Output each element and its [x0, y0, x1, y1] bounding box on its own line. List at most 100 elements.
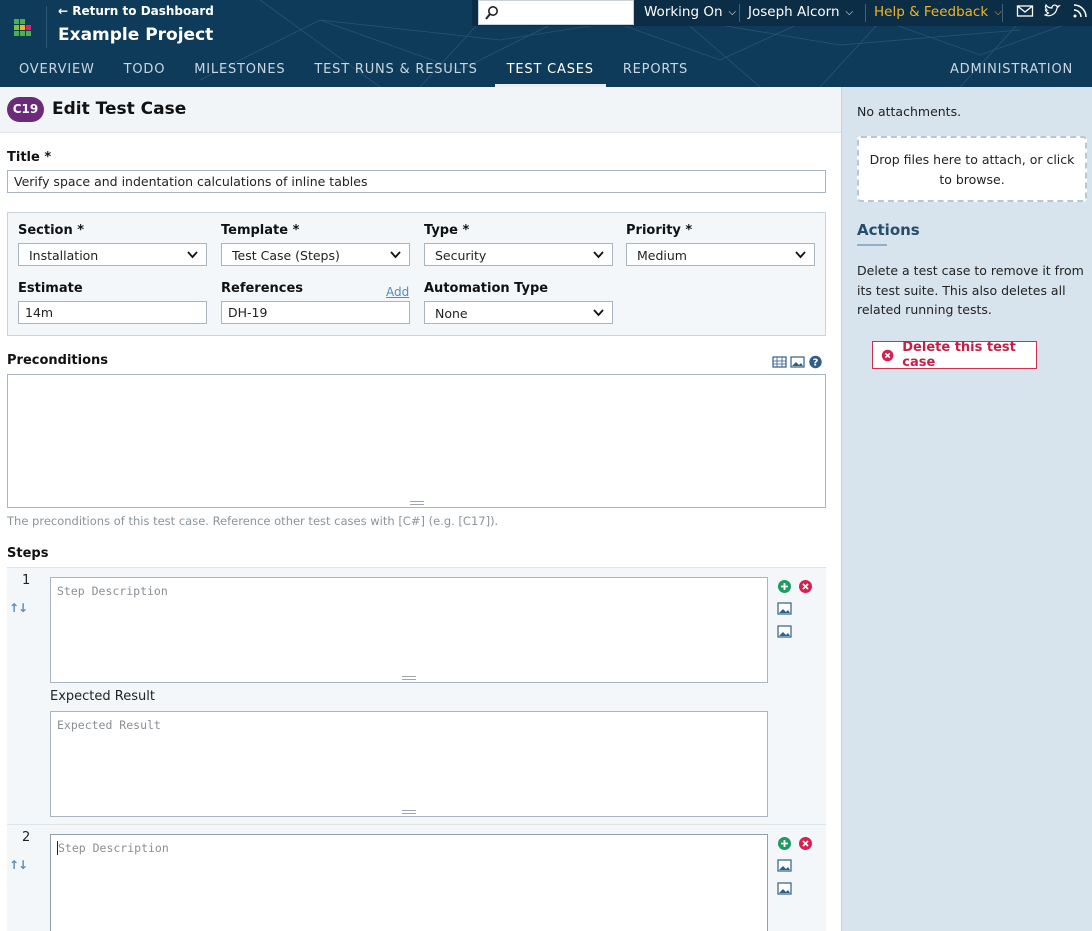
- image-icon[interactable]: [777, 624, 792, 639]
- title-input[interactable]: Verify space and indentation calculation…: [7, 170, 826, 193]
- tab-todo[interactable]: TODO: [124, 56, 166, 87]
- sidebar: No attachments. Drop files here to attac…: [841, 87, 1092, 931]
- title-label: Title *: [7, 150, 52, 165]
- template-select[interactable]: Test Case (Steps): [221, 243, 410, 266]
- template-label: Template *: [221, 223, 300, 238]
- step-reorder-arrows-icon[interactable]: ↑↓: [9, 601, 28, 615]
- add-step-icon[interactable]: [777, 579, 792, 594]
- user-menu[interactable]: Joseph Alcorn ⌵: [748, 4, 853, 20]
- working-on-label: Working On: [644, 4, 723, 20]
- top-separator: [1002, 4, 1003, 22]
- step-description-placeholder: Step Description: [57, 841, 169, 855]
- chevron-down-icon: [593, 251, 604, 259]
- tab-milestones[interactable]: MILESTONES: [194, 56, 285, 87]
- preconditions-textarea[interactable]: [7, 374, 826, 508]
- delete-step-icon[interactable]: [798, 836, 813, 851]
- steps-label: Steps: [7, 546, 49, 561]
- image-icon[interactable]: [777, 858, 792, 873]
- step-description-placeholder: Step Description: [57, 584, 168, 598]
- app-logo[interactable]: [14, 19, 34, 39]
- resize-handle[interactable]: [402, 676, 416, 680]
- references-label: References: [221, 281, 304, 296]
- page-title: Edit Test Case: [52, 99, 187, 119]
- type-value: Security: [435, 248, 487, 263]
- table-icon[interactable]: [772, 355, 787, 369]
- user-name: Joseph Alcorn: [748, 4, 840, 20]
- chevron-down-icon: ⌵: [994, 6, 1002, 18]
- delete-test-case-label: Delete this test case: [902, 340, 1016, 370]
- expected-result-label: Expected Result: [50, 689, 155, 704]
- type-label: Type *: [424, 223, 470, 238]
- image-icon[interactable]: [790, 355, 805, 369]
- project-name[interactable]: Example Project: [58, 25, 213, 45]
- template-value: Test Case (Steps): [232, 248, 340, 263]
- section-label: Section *: [18, 223, 85, 238]
- header-divider: [46, 6, 47, 48]
- add-step-icon[interactable]: [777, 836, 792, 851]
- top-separator: [865, 4, 866, 22]
- references-input[interactable]: DH-19: [221, 301, 410, 324]
- actions-description: Delete a test case to remove it from its…: [857, 263, 1084, 317]
- automation-type-select[interactable]: None: [424, 301, 613, 324]
- tab-administration[interactable]: ADMINISTRATION: [950, 62, 1073, 77]
- step-reorder-arrows-icon[interactable]: ↑↓: [9, 858, 28, 872]
- automation-type-value: None: [435, 306, 468, 321]
- help-icon[interactable]: ?: [808, 355, 823, 369]
- step-number: 2: [22, 830, 31, 845]
- chevron-down-icon: [795, 251, 806, 259]
- working-on-menu[interactable]: Working On ⌵: [644, 4, 736, 20]
- chevron-down-icon: [187, 251, 198, 259]
- tab-overview[interactable]: OVERVIEW: [19, 56, 95, 87]
- references-add-link[interactable]: Add: [386, 285, 409, 299]
- search-input[interactable]: [478, 0, 634, 25]
- preconditions-label: Preconditions: [7, 353, 109, 368]
- editor-toolbar: ?: [772, 355, 823, 369]
- top-separator: [739, 4, 740, 22]
- close-circle-icon: [881, 349, 894, 361]
- preconditions-hint: The preconditions of this test case. Ref…: [7, 514, 499, 528]
- step-description-textarea[interactable]: Step Description: [50, 577, 768, 683]
- tab-reports[interactable]: REPORTS: [623, 56, 688, 87]
- expected-result-placeholder: Expected Result: [57, 718, 161, 732]
- attachment-dropzone[interactable]: Drop files here to attach, or click to b…: [857, 136, 1087, 202]
- main-content: C19 Edit Test Case Title * Verify space …: [0, 87, 841, 931]
- tab-test-cases[interactable]: TEST CASES: [494, 56, 606, 87]
- app-header: ← Return to Dashboard Example Project Wo…: [0, 0, 1092, 87]
- priority-label: Priority *: [626, 223, 693, 238]
- case-id-badge: C19: [7, 97, 44, 122]
- image-icon[interactable]: [777, 601, 792, 616]
- chevron-down-icon: ⌵: [845, 6, 854, 18]
- section-select[interactable]: Installation: [18, 243, 207, 266]
- return-to-dashboard-link[interactable]: ← Return to Dashboard: [58, 4, 214, 18]
- page-title-bar: C19 Edit Test Case: [0, 87, 841, 133]
- step-row: 2 ↑↓ Step Description: [7, 824, 826, 931]
- resize-handle[interactable]: [402, 810, 416, 814]
- tab-test-runs-results[interactable]: TEST RUNS & RESULTS: [314, 56, 477, 87]
- mail-icon[interactable]: [1016, 3, 1034, 19]
- expected-result-textarea[interactable]: Expected Result: [50, 711, 768, 817]
- delete-step-icon[interactable]: [798, 579, 813, 594]
- estimate-label: Estimate: [18, 281, 83, 296]
- chevron-down-icon: ⌵: [728, 6, 737, 18]
- step-number: 1: [22, 573, 31, 588]
- actions-heading-underline: [857, 244, 887, 246]
- chevron-down-icon: [593, 309, 604, 317]
- twitter-icon[interactable]: [1043, 3, 1061, 19]
- type-select[interactable]: Security: [424, 243, 613, 266]
- case-fields-group: Section * Installation Template * Test C…: [7, 212, 826, 336]
- estimate-input[interactable]: 14m: [18, 301, 207, 324]
- priority-select[interactable]: Medium: [626, 243, 815, 266]
- step-description-textarea[interactable]: Step Description: [50, 834, 768, 931]
- no-attachments-text: No attachments.: [857, 104, 962, 119]
- resize-handle[interactable]: [409, 501, 424, 505]
- help-feedback-menu[interactable]: Help & Feedback ⌵: [874, 4, 1002, 20]
- rss-icon[interactable]: [1071, 3, 1089, 19]
- search-icon: [485, 6, 498, 20]
- delete-test-case-button[interactable]: Delete this test case: [872, 340, 1037, 370]
- step-row: 1 ↑↓ Step Description Expected Result Ex…: [7, 567, 826, 824]
- section-value: Installation: [29, 248, 99, 263]
- priority-value: Medium: [637, 248, 687, 263]
- svg-text:?: ?: [813, 358, 819, 369]
- image-icon[interactable]: [777, 881, 792, 896]
- chevron-down-icon: [390, 251, 401, 259]
